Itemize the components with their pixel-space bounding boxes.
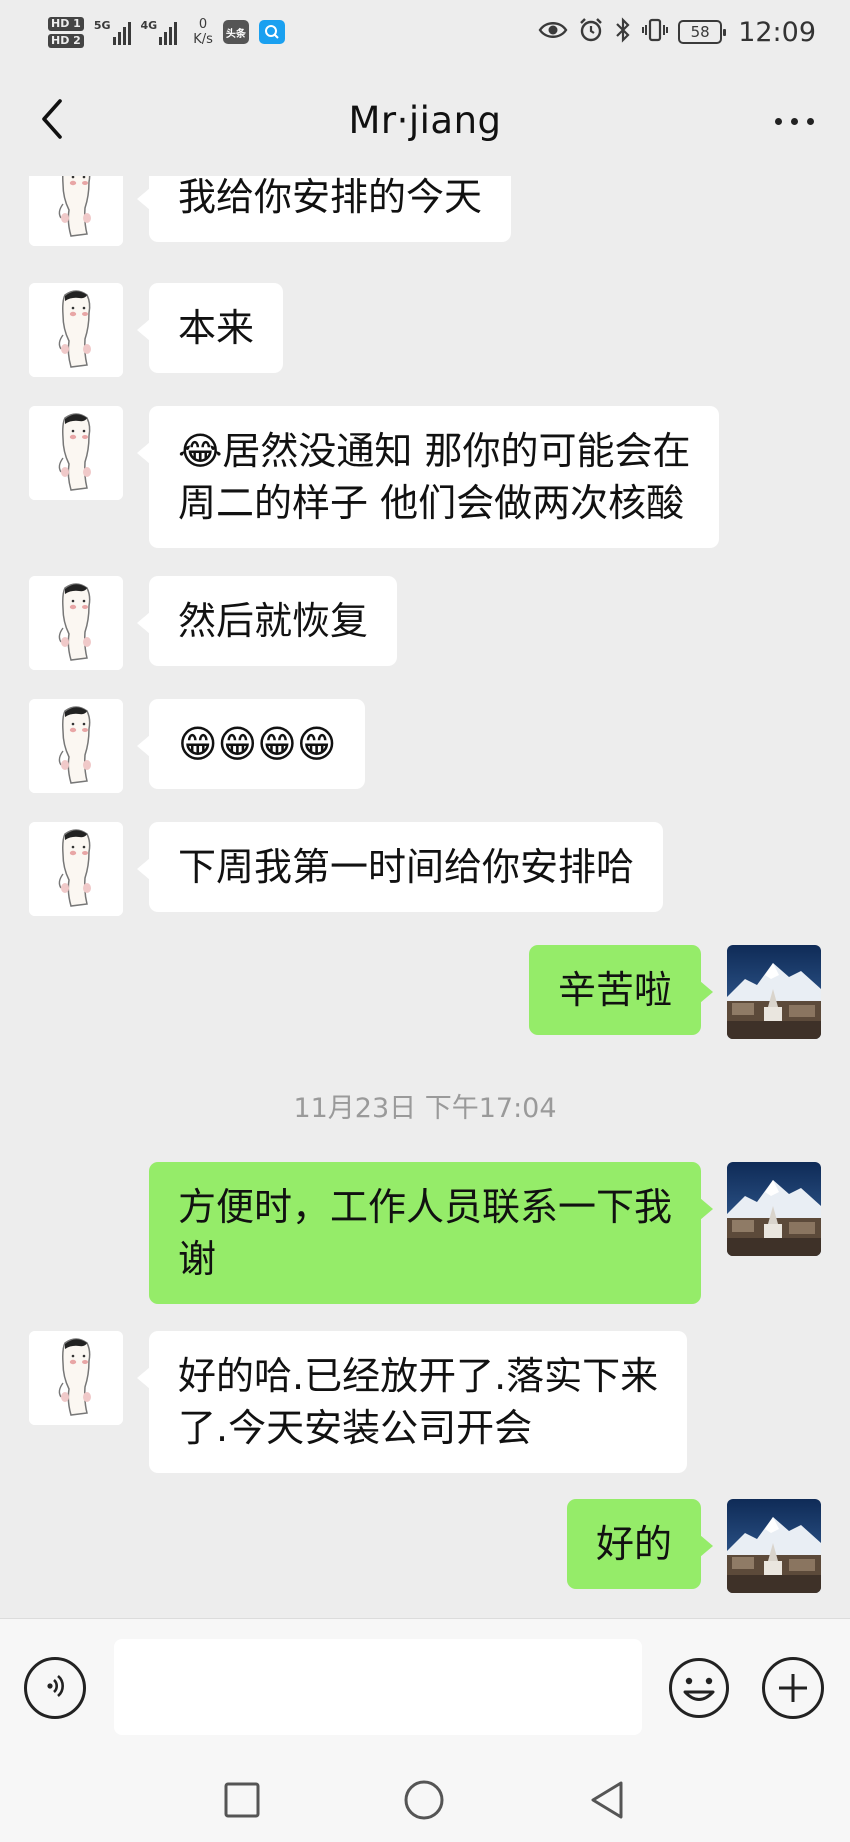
title-bar: Mr·jiang [0,64,850,176]
contact-avatar[interactable] [29,576,123,670]
vibrate-icon [642,17,669,47]
home-button[interactable] [402,1778,446,1822]
message-bubble[interactable]: 😂居然没通知 那你的可能会在 周二的样子 他们会做两次核酸 [136,406,720,548]
status-bar: HD 1 HD 2 5G 4G 0 K/s 头条 58 12:09 [0,0,850,64]
message-bubble[interactable]: 下周我第一时间给你安排哈 [136,822,664,912]
net2-label: 4G [140,19,158,32]
message-bubble[interactable]: 好的哈.已经放开了.落实下来 了.今天安装公司开会 [136,1331,688,1473]
contact-avatar[interactable] [29,822,123,916]
message-input[interactable] [114,1639,642,1735]
battery-icon: 58 [678,20,727,44]
system-nav-bar [0,1756,850,1842]
message-bubble[interactable]: 辛苦啦 [528,945,714,1035]
toutiao-icon: 头条 [222,20,249,44]
message-bubble[interactable]: 我给你安排的今天 [136,176,512,242]
chat-title: Mr·jiang [348,98,502,142]
plus-icon [779,1674,807,1702]
message-bubble[interactable]: 😁😁😁😁 [136,699,366,789]
sim-indicators: HD 1 HD 2 [48,16,84,48]
more-icon [774,117,782,125]
contact-avatar[interactable] [29,406,123,500]
voice-icon [40,1671,70,1705]
voice-button[interactable] [24,1657,86,1719]
chevron-left-icon [40,98,64,144]
search-app-icon [258,20,285,44]
recent-apps-button[interactable] [220,1778,264,1822]
my-avatar[interactable] [727,1499,821,1593]
speed-unit: K/s [193,32,213,47]
my-avatar[interactable] [727,945,821,1039]
network-speed: 0 K/s [193,17,213,47]
message-bubble[interactable]: 然后就恢复 [136,576,398,666]
signal-5g: 5G [94,19,131,45]
input-bar [0,1618,850,1756]
recent-apps-icon [224,1782,260,1818]
message-bubble[interactable]: 方便时，工作人员联系一下我 谢 [148,1162,714,1304]
more-button[interactable] [766,104,822,138]
net1-label: 5G [93,19,111,32]
chat-history[interactable]: 我给你安排的今天 本来 😂居然没通知 那你的可能会在 周二的样子 他们会做两次核… [0,176,850,1618]
battery-level: 58 [690,23,710,41]
home-icon [404,1780,444,1820]
back-button[interactable] [30,96,74,146]
status-left: HD 1 HD 2 5G 4G 0 K/s 头条 [48,16,285,48]
contact-avatar[interactable] [29,283,123,377]
sim1-badge: HD 1 [48,16,84,31]
alarm-icon [578,17,604,47]
speed-value: 0 [198,17,208,32]
contact-avatar[interactable] [29,699,123,793]
contact-avatar[interactable] [29,1331,123,1425]
sim2-badge: HD 2 [48,33,84,48]
bluetooth-icon [614,17,632,47]
emoji-button[interactable] [668,1657,730,1719]
my-avatar[interactable] [727,1162,821,1256]
contact-avatar[interactable] [29,176,123,246]
clock: 12:09 [738,16,816,48]
emoji-icon [669,1658,729,1718]
eye-icon [538,19,568,45]
signal-4g: 4G [141,19,178,45]
back-icon [591,1781,623,1819]
nav-back-button[interactable] [585,1778,629,1822]
status-right: 58 12:09 [538,17,816,48]
message-bubble[interactable]: 好的 [566,1499,714,1589]
message-timestamp: 11月23日 下午17:04 [293,1093,557,1124]
more-functions-button[interactable] [762,1657,824,1719]
message-bubble[interactable]: 本来 [136,283,284,373]
